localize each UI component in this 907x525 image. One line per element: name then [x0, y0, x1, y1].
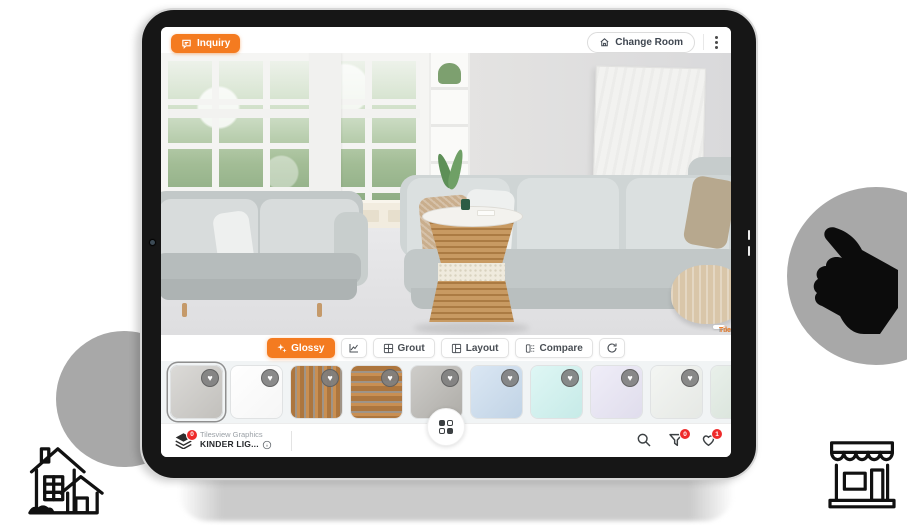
favorite-pin-button[interactable]: ♥	[621, 369, 639, 387]
layout-button[interactable]: Layout	[441, 338, 509, 358]
scene-pouf	[671, 265, 731, 324]
home-icon	[599, 37, 610, 48]
grid-icon	[439, 420, 453, 434]
heart-icon: ♥	[327, 374, 332, 383]
store-icon	[822, 438, 902, 510]
tile-swatch-wood-stripe-horizontal[interactable]: ♥	[350, 365, 403, 419]
scene-shelf-plant	[438, 63, 460, 84]
scene-sofa-leg	[182, 303, 187, 317]
powered-by-watermark: Powered By Tilesview.ai	[713, 325, 725, 329]
favorite-pin-button[interactable]: ♥	[381, 369, 399, 387]
thumbs-up-icon	[806, 224, 904, 340]
heart-icon: ♥	[447, 374, 452, 383]
volume-button-down	[748, 246, 750, 256]
volume-button-up	[748, 230, 750, 240]
grout-button[interactable]: Grout	[373, 338, 435, 358]
scene-plant	[440, 149, 463, 194]
scene-window-transom	[168, 109, 420, 118]
sparkle-icon	[277, 343, 287, 353]
heart-icon: ♥	[207, 374, 212, 383]
bottom-bar-divider	[291, 431, 292, 451]
favorite-pin-button[interactable]: ♥	[441, 369, 459, 387]
bottom-bar: 0 Tilesview Graphics KINDER LIG...	[161, 423, 731, 457]
tile-swatch-white-gloss[interactable]: ♥	[230, 365, 283, 419]
more-options-button[interactable]	[712, 34, 721, 51]
inquiry-label: Inquiry	[197, 38, 230, 49]
tile-swatch-concrete-grey[interactable]: ♥	[170, 365, 223, 419]
scene-sofa-leg	[317, 303, 322, 317]
watermark-brand: Tilesview.ai	[719, 327, 731, 334]
scene-table-book	[477, 210, 495, 216]
scene-table-candle	[461, 199, 470, 210]
glossy-button[interactable]: Glossy	[267, 338, 334, 358]
heart-icon: ♥	[687, 374, 692, 383]
compare-button[interactable]: Compare	[515, 338, 593, 358]
header-divider	[703, 34, 704, 50]
tile-stack-button[interactable]: 0	[175, 433, 193, 449]
graph-icon	[348, 342, 360, 354]
graph-view-button[interactable]	[341, 338, 367, 358]
scene-coffee-table	[420, 211, 523, 329]
scene-table-top	[422, 206, 522, 227]
tile-swatch-wood-stripe-vertical[interactable]: ♥	[290, 365, 343, 419]
room-preview-image[interactable]: Powered By Tilesview.ai	[161, 53, 731, 335]
filter-badge: 0	[679, 428, 691, 440]
heart-icon: ♥	[387, 374, 392, 383]
favorite-pin-button[interactable]: ♥	[261, 369, 279, 387]
tile-thumbnail	[711, 366, 731, 418]
change-room-label: Change Room	[615, 37, 683, 48]
tile-swatch-off-white[interactable]: ♥	[650, 365, 703, 419]
heart-icon: ♥	[567, 374, 572, 383]
tablet-frame: Inquiry Change Room	[140, 8, 758, 480]
app-screen: Inquiry Change Room	[161, 27, 731, 457]
wishlist-badge: 1	[711, 428, 723, 440]
change-room-button[interactable]: Change Room	[587, 32, 695, 53]
scene-table-white-band	[438, 263, 506, 281]
tile-swatch-light-blue[interactable]: ♥	[470, 365, 523, 419]
layout-icon	[451, 343, 462, 354]
wishlist-button[interactable]: 1	[700, 432, 717, 449]
info-icon[interactable]	[262, 440, 272, 450]
view-toolbar: Glossy Grout Layout	[161, 335, 731, 361]
favorite-pin-button[interactable]: ♥	[681, 369, 699, 387]
heart-icon: ♥	[507, 374, 512, 383]
house-icon	[25, 442, 107, 518]
front-camera	[150, 240, 155, 245]
heart-icon: ♥	[267, 374, 272, 383]
scene-sofa-left	[161, 191, 363, 309]
glossy-label: Glossy	[291, 343, 324, 354]
tile-stack-badge: 0	[186, 429, 198, 441]
scene-table-shadow	[414, 322, 529, 334]
tile-swatch-pale-green[interactable]: ♥	[710, 365, 731, 419]
search-icon	[636, 432, 652, 448]
layout-label: Layout	[466, 343, 499, 354]
grout-label: Grout	[398, 343, 425, 354]
favorite-pin-button[interactable]: ♥	[201, 369, 219, 387]
refresh-icon	[606, 342, 618, 354]
catalog-grid-button[interactable]	[427, 408, 465, 446]
reset-button[interactable]	[599, 338, 625, 358]
heart-icon: ♥	[627, 374, 632, 383]
favorite-pin-button[interactable]: ♥	[561, 369, 579, 387]
search-button[interactable]	[636, 432, 653, 449]
tile-swatch-pale-lavender[interactable]: ♥	[590, 365, 643, 419]
scene-sofa-left-base	[161, 279, 357, 300]
tablet-shadow	[178, 479, 734, 521]
favorite-pin-button[interactable]: ♥	[501, 369, 519, 387]
brand-group: 0 Tilesview Graphics KINDER LIG...	[175, 431, 292, 451]
compare-icon	[525, 343, 536, 354]
tile-swatch-pale-cyan[interactable]: ♥	[530, 365, 583, 419]
app-header: Inquiry Change Room	[161, 27, 731, 53]
favorite-pin-button[interactable]: ♥	[321, 369, 339, 387]
grout-grid-icon	[383, 343, 394, 354]
inquiry-button[interactable]: Inquiry	[171, 34, 240, 53]
selected-tile-name: KINDER LIG...	[200, 440, 259, 450]
compare-label: Compare	[540, 343, 583, 354]
chat-icon	[181, 38, 192, 49]
filter-button[interactable]: 0	[668, 432, 685, 449]
